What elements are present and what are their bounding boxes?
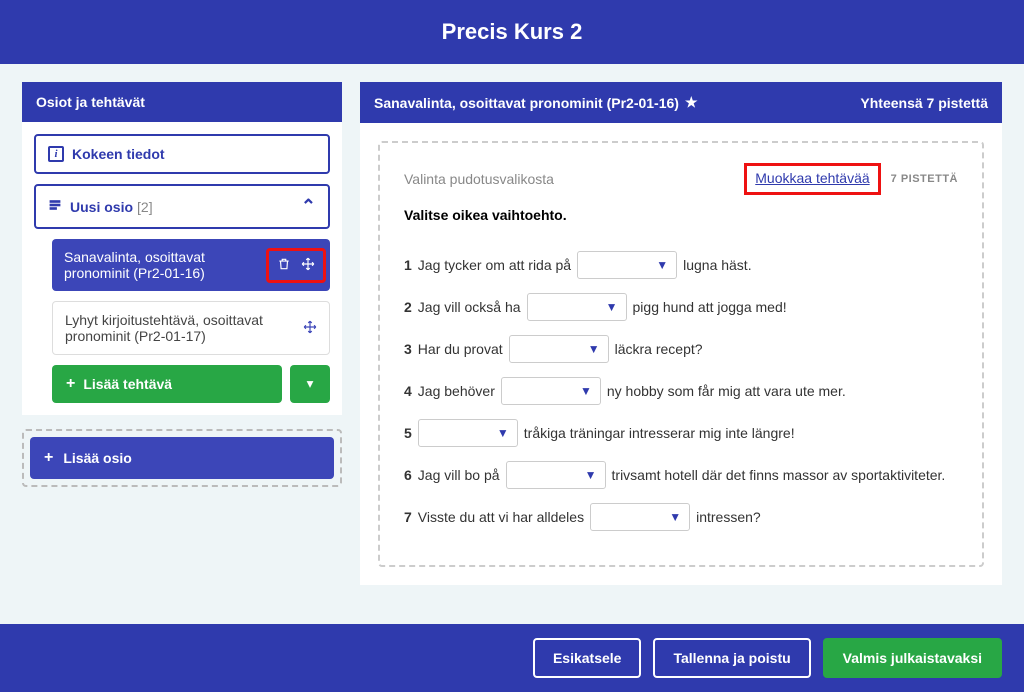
question-number: 7 (404, 509, 412, 525)
question-text-pre: Har du provat (418, 341, 503, 357)
question-number: 1 (404, 257, 412, 273)
task-item-label: Sanavalinta, osoittavat pronominit (Pr2-… (64, 249, 234, 281)
question-text-post: tråkiga träningar intresserar mig inte l… (524, 425, 795, 441)
footer-bar: Esikatsele Tallenna ja poistu Valmis jul… (0, 624, 1024, 692)
answer-dropdown[interactable]: ▼ (501, 377, 601, 405)
add-task-label: Lisää tehtävä (83, 376, 172, 392)
chevron-down-icon: ▾ (307, 376, 314, 392)
add-task-button[interactable]: + Lisää tehtävä (52, 365, 282, 403)
question-text-pre: Visste du att vi har alldeles (418, 509, 584, 525)
question-number: 2 (404, 299, 412, 315)
task-title: Sanavalinta, osoittavat pronominit (Pr2-… (374, 95, 679, 111)
question-text-post: läckra recept? (615, 341, 703, 357)
edit-task-link[interactable]: Muokkaa tehtävää (755, 170, 869, 186)
chevron-down-icon: ▼ (497, 426, 509, 440)
question-row: 3 Har du provat ▼ läckra recept? (404, 335, 958, 363)
answer-dropdown[interactable]: ▼ (577, 251, 677, 279)
trash-icon[interactable] (277, 257, 291, 274)
publish-button[interactable]: Valmis julkaistavaksi (823, 638, 1002, 678)
section-toggle[interactable]: Uusi osio [2] ⌃ (34, 184, 330, 229)
info-icon: i (48, 146, 64, 162)
preview-button[interactable]: Esikatsele (533, 638, 642, 678)
question-row: 7 Visste du att vi har alldeles ▼ intressen… (404, 503, 958, 531)
question-text-pre: Jag vill också ha (418, 299, 521, 315)
page-title: Precis Kurs 2 (0, 0, 1024, 64)
task-actions-highlight (266, 248, 326, 283)
exam-info-label: Kokeen tiedot (72, 146, 165, 162)
answer-dropdown[interactable]: ▼ (509, 335, 609, 363)
question-text-post: intressen? (696, 509, 761, 525)
save-exit-button[interactable]: Tallenna ja poistu (653, 638, 810, 678)
answer-dropdown[interactable]: ▼ (590, 503, 690, 531)
question-text-pre: Jag behöver (418, 383, 495, 399)
question-text-post: pigg hund att jogga med! (633, 299, 787, 315)
question-number: 6 (404, 467, 412, 483)
add-task-dropdown[interactable]: ▾ (290, 365, 330, 403)
question-row: 1 Jag tycker om att rida på ▼ lugna häst. (404, 251, 958, 279)
question-text-pre: Jag vill bo på (418, 467, 500, 483)
chevron-down-icon: ▼ (656, 258, 668, 272)
edit-link-highlight: Muokkaa tehtävää (744, 163, 880, 195)
answer-dropdown[interactable]: ▼ (506, 461, 606, 489)
answer-dropdown[interactable]: ▼ (418, 419, 518, 447)
chevron-down-icon: ▼ (588, 342, 600, 356)
add-section-label: Lisää osio (63, 450, 131, 466)
add-section-button[interactable]: + Lisää osio (30, 437, 334, 479)
section-label: Uusi osio (70, 199, 133, 215)
exam-info-button[interactable]: i Kokeen tiedot (34, 134, 330, 174)
question-text-post: lugna häst. (683, 257, 752, 273)
chevron-up-icon: ⌃ (301, 196, 316, 217)
plus-icon: + (66, 375, 75, 393)
total-points: Yhteensä 7 pistettä (860, 95, 988, 111)
question-row: 6 Jag vill bo på ▼ trivsamt hotell där det … (404, 461, 958, 489)
sidebar-title: Osiot ja tehtävät (22, 82, 342, 122)
task-type-label: Valinta pudotusvalikosta (404, 171, 554, 187)
question-number: 3 (404, 341, 412, 357)
star-icon[interactable]: ★ (685, 94, 698, 111)
question-row: 4 Jag behöver ▼ ny hobby som får mig att va… (404, 377, 958, 405)
points-label: 7 PISTETTÄ (891, 173, 958, 185)
question-row: 5 ▼ tråkiga träningar intresserar mig inte… (404, 419, 958, 447)
question-text-pre: Jag tycker om att rida på (418, 257, 571, 273)
task-instruction: Valitse oikea vaihtoehto. (404, 207, 958, 223)
chevron-down-icon: ▼ (606, 300, 618, 314)
move-icon[interactable] (303, 320, 317, 337)
list-icon (48, 198, 62, 215)
chevron-down-icon: ▼ (580, 384, 592, 398)
question-row: 2 Jag vill också ha ▼ pigg hund att jogga m… (404, 293, 958, 321)
question-number: 4 (404, 383, 412, 399)
task-item-active[interactable]: Sanavalinta, osoittavat pronominit (Pr2-… (52, 239, 330, 291)
question-text-post: ny hobby som får mig att vara ute mer. (607, 383, 846, 399)
task-item-label: Lyhyt kirjoitustehtävä, osoittavat prono… (65, 312, 265, 344)
section-count: [2] (137, 199, 153, 215)
task-item[interactable]: Lyhyt kirjoitustehtävä, osoittavat prono… (52, 301, 330, 355)
question-text-post: trivsamt hotell där det finns massor av … (612, 467, 946, 483)
question-number: 5 (404, 425, 412, 441)
move-icon[interactable] (301, 257, 315, 274)
chevron-down-icon: ▼ (669, 510, 681, 524)
chevron-down-icon: ▼ (585, 468, 597, 482)
plus-icon: + (44, 449, 53, 467)
answer-dropdown[interactable]: ▼ (527, 293, 627, 321)
